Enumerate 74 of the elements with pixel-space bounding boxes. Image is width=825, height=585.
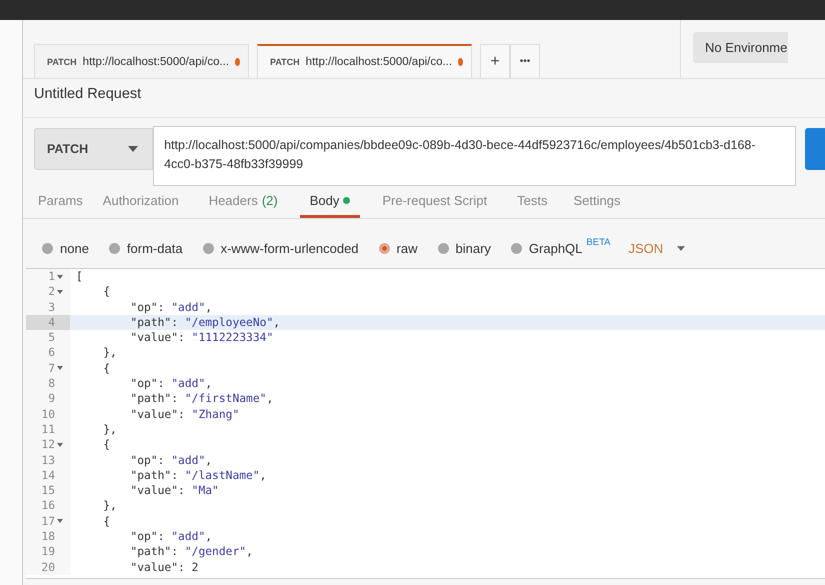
line-number: 1 xyxy=(48,269,55,284)
code-line: { xyxy=(102,437,112,453)
method-dropdown[interactable]: PATCH xyxy=(34,128,154,170)
request-tab[interactable]: Body xyxy=(300,186,360,218)
line-number: 9 xyxy=(48,391,55,407)
code-line: { xyxy=(102,284,112,300)
line-number: 11 xyxy=(41,422,55,438)
radio-button[interactable] xyxy=(378,243,390,254)
radio-button[interactable] xyxy=(42,243,53,254)
radio-button[interactable] xyxy=(438,243,448,254)
request-tab[interactable]: Headers (2) xyxy=(198,186,288,218)
line-number: 20 xyxy=(41,560,55,575)
line-number: 8 xyxy=(48,376,55,392)
code-line: { xyxy=(102,514,112,530)
line-number: 12 xyxy=(41,437,55,453)
code-line: "op": "add", xyxy=(129,376,214,392)
radio-label[interactable]: raw xyxy=(396,241,418,256)
code-line: "value": "1112223334" xyxy=(129,330,274,346)
radio-button[interactable] xyxy=(202,243,214,254)
line-number: 13 xyxy=(41,452,55,468)
line-number: 18 xyxy=(41,529,55,544)
radio-label[interactable]: none xyxy=(60,241,89,256)
line-number: 15 xyxy=(41,483,55,498)
caret-icon xyxy=(677,246,686,251)
fold-arrow-icon[interactable] xyxy=(57,274,63,279)
line-number: 3 xyxy=(48,300,55,315)
radio-label[interactable]: GraphQL xyxy=(528,241,582,256)
environment-dropdown[interactable]: No Environme xyxy=(693,32,788,63)
line-number: 16 xyxy=(41,498,55,514)
code-line: "value": "Zhang" xyxy=(129,406,240,422)
more-button[interactable]: ••• xyxy=(510,44,540,78)
code-line: { xyxy=(102,360,112,376)
line-number: 6 xyxy=(48,345,55,361)
code-line: "value": "Ma" xyxy=(129,483,220,498)
code-line: "path": "/lastName", xyxy=(129,468,268,484)
request-title[interactable]: Untitled Request xyxy=(34,86,142,102)
method-label: PATCH xyxy=(47,56,77,66)
request-tab[interactable]: PATCH http://localhost:5000/api/co... xyxy=(34,44,249,78)
radio-button[interactable] xyxy=(108,243,120,254)
fold-arrow-icon[interactable] xyxy=(57,442,63,447)
line-number: 2 xyxy=(48,284,55,300)
line-number: 19 xyxy=(41,544,55,560)
radio-label[interactable]: form-data xyxy=(126,241,183,256)
header-count: (2) xyxy=(262,193,278,208)
line-number: 14 xyxy=(41,468,55,484)
method-label: PATCH xyxy=(270,57,300,67)
code-line: }, xyxy=(102,422,118,438)
radio-label[interactable]: binary xyxy=(456,241,491,256)
line-number: 4 xyxy=(48,314,55,330)
code-line: "op": "add", xyxy=(129,452,214,468)
code-line: }, xyxy=(102,498,118,514)
new-tab-button[interactable]: + xyxy=(480,44,510,78)
request-tab[interactable]: PATCH http://localhost:5000/api/co... xyxy=(257,44,472,78)
code-line: "op": "add", xyxy=(129,300,214,315)
tab-url: http://localhost:5000/api/co... xyxy=(306,56,452,68)
code-line: [ xyxy=(75,269,84,284)
code-line: "path": "/gender", xyxy=(129,544,254,560)
beta-label: BETA xyxy=(586,237,611,248)
fold-arrow-icon[interactable] xyxy=(57,519,63,524)
line-number: 7 xyxy=(48,360,55,376)
code-line: "op": "add", xyxy=(129,529,214,544)
code-line: "value": 2 xyxy=(129,560,200,575)
fold-arrow-icon[interactable] xyxy=(57,290,63,294)
url-field[interactable]: http://localhost:5000/api/companies/bbdee09c-089b-4d30-bece-44df5923716c/employees/4b501cb3-d168-4cc0-b375-48fb33f39999 xyxy=(153,126,796,186)
tab-url: http://localhost:5000/api/co... xyxy=(82,56,230,68)
radio-label[interactable]: x-www-form-urlencoded xyxy=(220,241,359,256)
fold-arrow-icon[interactable] xyxy=(57,366,63,370)
caret-icon xyxy=(128,146,138,152)
code-line: }, xyxy=(102,345,118,361)
line-number: 10 xyxy=(41,406,55,422)
code-line: "path": "/firstName", xyxy=(129,391,274,407)
radio-button[interactable] xyxy=(510,243,522,254)
line-number: 5 xyxy=(48,330,55,346)
line-number: 17 xyxy=(41,514,55,530)
